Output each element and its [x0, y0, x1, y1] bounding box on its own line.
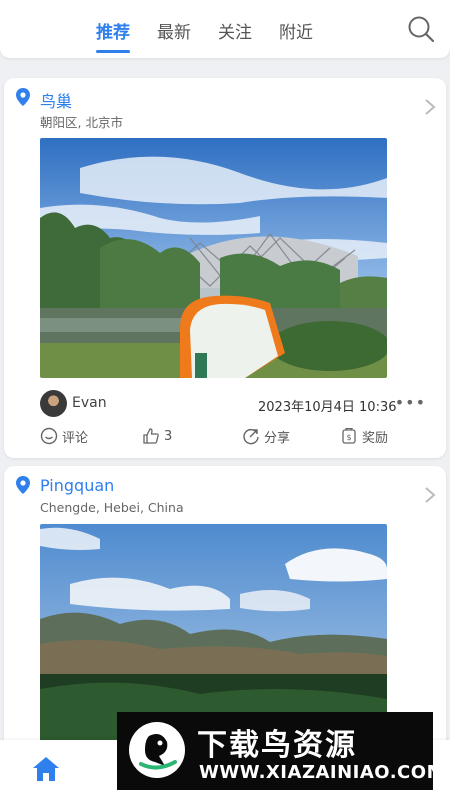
share-button[interactable]: 分享: [242, 426, 290, 446]
coin-bag-icon: $: [342, 427, 356, 444]
thumbs-up-icon: [143, 428, 159, 444]
comment-label: 评论: [62, 430, 89, 446]
svg-text:$: $: [346, 433, 351, 442]
watermark-title: 下载鸟资源: [197, 728, 357, 763]
author-name[interactable]: Evan: [72, 395, 107, 411]
place-name[interactable]: Pingquan: [40, 476, 114, 495]
like-button[interactable]: 3: [142, 426, 172, 446]
watermark-url: WWW.XIAZAINIAO.COM: [199, 762, 445, 783]
share-label: 分享: [264, 430, 291, 446]
search-icon[interactable]: [406, 14, 436, 44]
home-icon[interactable]: [32, 756, 60, 782]
tab-following[interactable]: 关注: [218, 18, 252, 43]
chevron-right-icon[interactable]: [424, 98, 436, 116]
bird-logo-icon: [129, 722, 185, 778]
location-pin-icon: [16, 476, 30, 494]
reward-label: 奖励: [362, 430, 389, 446]
tab-recommended[interactable]: 推荐: [96, 18, 130, 43]
top-nav: 推荐 最新 关注 附近: [0, 0, 450, 58]
place-address: Chengde, Hebei, China: [40, 500, 184, 515]
tab-latest[interactable]: 最新: [157, 18, 191, 43]
place-address: 朝阳区, 北京市: [40, 115, 123, 130]
post-photo[interactable]: [40, 138, 387, 378]
avatar[interactable]: [40, 390, 67, 417]
comment-button[interactable]: 评论: [40, 426, 88, 446]
post-actions: 评论 3 分享 $ 奖励: [40, 426, 390, 448]
watermark-banner: 下载鸟资源 WWW.XIAZAINIAO.COM: [117, 712, 444, 790]
place-name[interactable]: 鸟巢: [40, 88, 72, 112]
share-icon: [243, 428, 259, 445]
comment-icon: [40, 427, 58, 445]
post-datetime: 2023年10月4日 10:36: [258, 400, 397, 415]
chevron-right-icon[interactable]: [424, 486, 436, 504]
active-tab-indicator: [96, 50, 130, 53]
more-options-icon[interactable]: •••: [395, 393, 426, 412]
location-pin-icon: [16, 88, 30, 106]
author-row: Evan 2023年10月4日 10:36 •••: [40, 390, 425, 418]
tab-nearby[interactable]: 附近: [279, 18, 313, 43]
like-count: 3: [164, 428, 173, 444]
post-card[interactable]: 鸟巢 朝阳区, 北京市 Evan 2023年10月4日 10:36 ••• 评论…: [4, 78, 446, 458]
reward-button[interactable]: $ 奖励: [340, 426, 388, 446]
